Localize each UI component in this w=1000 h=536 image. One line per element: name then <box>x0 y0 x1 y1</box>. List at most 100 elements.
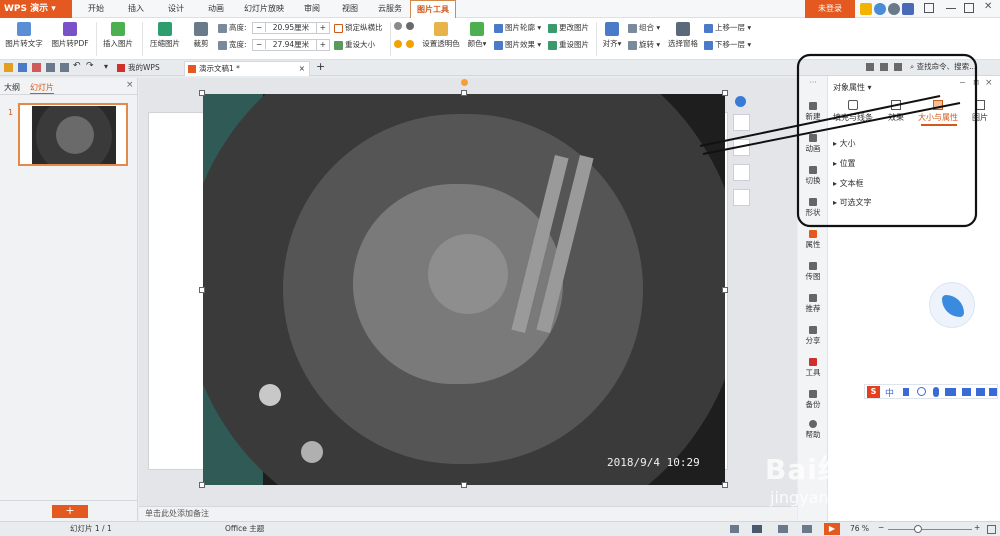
slide-sorter-icon[interactable] <box>778 525 788 533</box>
resize-handle-se[interactable] <box>722 482 728 488</box>
ime-grid-icon[interactable] <box>962 388 971 396</box>
change-picture-button[interactable]: 更改图片 <box>548 22 589 34</box>
tab-close-icon[interactable]: × <box>299 62 305 76</box>
brightness-icon[interactable] <box>394 22 402 30</box>
pic-to-pdf-button[interactable]: 图片转PDF <box>48 20 92 49</box>
pic-to-text-button[interactable]: 图片转文字 <box>2 20 46 49</box>
section-alt-text[interactable]: ▸ 可选文字 <box>833 197 872 208</box>
pane-close-icon[interactable]: × <box>985 78 993 88</box>
more-icon[interactable]: ··· <box>800 78 826 87</box>
zoom-slider-thumb[interactable] <box>914 525 922 533</box>
notes-toggle-icon[interactable] <box>730 525 739 533</box>
side-new[interactable]: 新建 <box>798 102 828 122</box>
side-animation[interactable]: 动画 <box>798 134 828 154</box>
print-preview-icon[interactable] <box>60 63 69 72</box>
redo-icon[interactable]: ↷ <box>86 61 94 71</box>
height-field[interactable]: − 20.95厘米 + <box>252 22 330 34</box>
set-transparent-button[interactable]: 设置透明色 <box>420 20 462 49</box>
contrast-icon[interactable] <box>406 22 414 30</box>
height-increase[interactable]: + <box>315 23 329 33</box>
restore-icon[interactable] <box>924 3 934 13</box>
pane-pin-icon[interactable]: ⊓ <box>973 78 979 87</box>
picture-outline-button[interactable]: 图片轮廓 ▾ <box>494 22 541 34</box>
customize-dropdown-icon[interactable]: ▾ <box>104 62 108 71</box>
rotate-handle[interactable] <box>461 79 468 86</box>
login-button[interactable]: 未登录 <box>805 0 855 18</box>
tab-outline[interactable]: 大纲 <box>4 82 20 93</box>
group-button[interactable]: 组合 ▾ <box>628 22 660 34</box>
section-textbox[interactable]: ▸ 文本框 <box>833 178 864 189</box>
side-transition[interactable]: 切换 <box>798 166 828 186</box>
width-decrease[interactable]: − <box>253 40 267 49</box>
send-backward-button[interactable]: 下移一层 ▾ <box>704 39 751 51</box>
resize-handle-w[interactable] <box>199 287 205 293</box>
section-size[interactable]: ▸ 大小 <box>833 138 856 149</box>
maximize-icon[interactable] <box>964 3 974 13</box>
resize-handle-s[interactable] <box>461 482 467 488</box>
settings-icon[interactable] <box>874 3 886 15</box>
menu-design[interactable]: 设计 <box>160 0 192 18</box>
tab-fill-line[interactable]: 填充与线条 <box>833 100 873 123</box>
menu-home[interactable]: 开始 <box>80 0 112 18</box>
rotate-button[interactable]: 旋转 ▾ <box>628 39 660 51</box>
menu-insert[interactable]: 插入 <box>120 0 152 18</box>
selected-picture[interactable]: 2018/9/4 10:29 <box>203 94 725 485</box>
toolbox-icon[interactable] <box>989 388 997 396</box>
punctuation-icon[interactable] <box>903 388 909 396</box>
command-search[interactable]: ⌕ 查找命令、搜索... <box>910 61 998 74</box>
close-icon[interactable]: ✕ <box>984 1 992 12</box>
pointer-icon[interactable] <box>880 63 888 71</box>
pane-minimize-icon[interactable]: − <box>959 78 966 87</box>
resize-handle-sw[interactable] <box>199 482 205 488</box>
side-recommend[interactable]: 推荐 <box>798 294 828 314</box>
tab-picture[interactable]: 图片 <box>965 100 995 123</box>
crop-quick-icon[interactable] <box>733 164 750 181</box>
layers-icon[interactable] <box>733 114 750 131</box>
notes-pane[interactable]: 单击此处添加备注 <box>139 506 797 521</box>
microphone-icon[interactable] <box>933 387 939 397</box>
new-tab-icon[interactable]: + <box>316 60 325 73</box>
minimize-icon[interactable] <box>946 8 956 9</box>
zoom-out-icon[interactable]: − <box>878 521 884 535</box>
resize-handle-e[interactable] <box>722 287 728 293</box>
normal-view-icon[interactable] <box>752 525 762 533</box>
reset-size-button[interactable]: 重设大小 <box>334 39 375 51</box>
align-button[interactable]: 对齐▾ <box>600 20 624 49</box>
add-slide-button[interactable]: + <box>52 505 88 518</box>
side-tools[interactable]: 工具 <box>798 358 828 378</box>
assistant-bird-icon[interactable] <box>929 282 975 328</box>
zoom-slider[interactable] <box>888 529 972 530</box>
side-shape[interactable]: 形状 <box>798 198 828 218</box>
keyboard-icon[interactable] <box>945 388 956 396</box>
tab-presentation[interactable]: 演示文稿1 * × <box>184 61 310 76</box>
sogou-logo-icon[interactable]: S <box>867 386 880 398</box>
width-field[interactable]: − 27.94厘米 + <box>252 39 330 51</box>
undo-icon[interactable]: ↶ <box>73 61 81 71</box>
side-share[interactable]: 分享 <box>798 326 828 346</box>
width-increase[interactable]: + <box>315 40 329 50</box>
zoom-level[interactable]: 76 % <box>850 522 869 536</box>
object-properties-title[interactable]: 对象属性 ▾ <box>833 82 872 93</box>
slide-thumbnail[interactable] <box>18 103 128 166</box>
tab-slides[interactable]: 幻灯片 <box>30 82 54 94</box>
ime-mode[interactable]: 中 <box>885 386 894 399</box>
selection-pane-button[interactable]: 选择窗格 <box>666 20 700 49</box>
play-slideshow-icon[interactable]: ▶ <box>824 523 840 535</box>
menu-picture-tools[interactable]: 图片工具 <box>410 0 456 18</box>
menu-review[interactable]: 审阅 <box>296 0 328 18</box>
open-icon[interactable] <box>4 63 13 72</box>
side-backup[interactable]: 备份 <box>798 390 828 410</box>
side-help[interactable]: 帮助 <box>798 420 828 440</box>
save-icon[interactable] <box>18 63 27 72</box>
picture-effect-button[interactable]: 图片效果 ▾ <box>494 39 541 51</box>
zoom-icon[interactable] <box>733 139 750 156</box>
resize-handle-ne[interactable] <box>722 90 728 96</box>
menu-cloud[interactable]: 云服务 <box>372 0 408 18</box>
emoji-icon[interactable] <box>917 387 926 396</box>
contrast-down-icon[interactable] <box>406 40 414 48</box>
reading-view-icon[interactable] <box>802 525 812 533</box>
side-properties[interactable]: 属性 <box>798 230 828 250</box>
help-icon[interactable] <box>888 3 900 15</box>
reset-picture-button[interactable]: 重设图片 <box>548 39 589 51</box>
height-decrease[interactable]: − <box>253 23 267 32</box>
